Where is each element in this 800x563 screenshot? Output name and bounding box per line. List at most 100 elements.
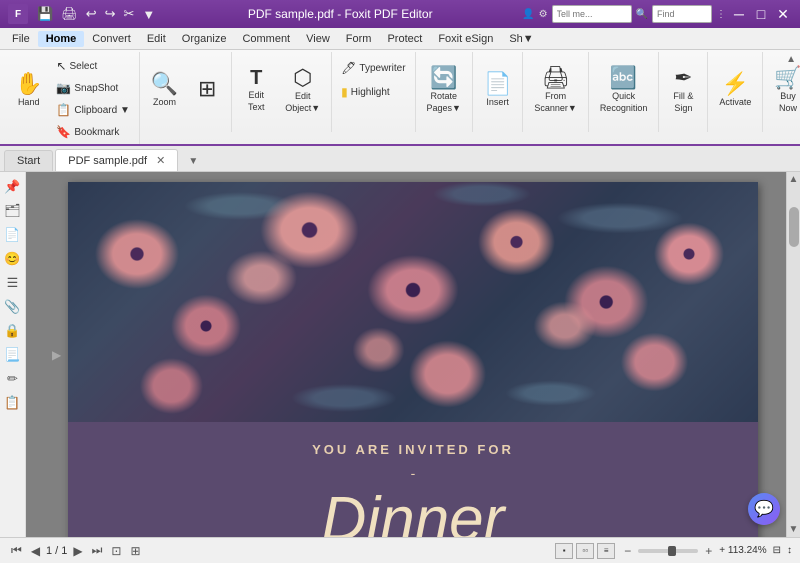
qat-save[interactable]: 💾	[34, 5, 56, 23]
zoom-button[interactable]: 🔍 Zoom	[144, 54, 185, 126]
first-page-button[interactable]: ⏮	[8, 542, 25, 559]
ribbon-collapse-button[interactable]: ▲	[782, 52, 800, 67]
rotate-view-button[interactable]: ↕	[787, 545, 792, 556]
menu-organize[interactable]: Organize	[174, 31, 235, 47]
menu-protect[interactable]: Protect	[379, 31, 430, 47]
user-icon[interactable]: 👤	[522, 9, 534, 20]
sign-content: ✒ Fill & Sign	[663, 54, 703, 126]
spread-view-button[interactable]: ≡	[597, 543, 615, 559]
zoom-extra-icon: ⊞	[198, 78, 216, 100]
menu-edit[interactable]: Edit	[139, 31, 174, 47]
maximize-button[interactable]: □	[752, 5, 770, 23]
more-icon[interactable]: ⋮	[716, 9, 726, 20]
zoom-out-button[interactable]: −	[621, 543, 634, 559]
rotate-pages-button[interactable]: 🔄 Rotate Pages▼	[420, 54, 468, 126]
rotate-pages-label2: Pages▼	[427, 103, 461, 113]
qat-redo[interactable]: ↪	[102, 5, 119, 23]
chat-assistant-button[interactable]: 💬	[748, 493, 780, 525]
menu-bar: File Home Convert Edit Organize Comment …	[0, 28, 800, 50]
edit-text-icon: T	[250, 68, 262, 88]
side-layers[interactable]: ☰	[2, 272, 24, 294]
settings-icon[interactable]: ⚙	[539, 9, 548, 20]
scroll-up-button[interactable]: ▲	[787, 172, 800, 187]
menu-comment[interactable]: Comment	[234, 31, 298, 47]
side-bookmarks[interactable]: 📌	[2, 176, 24, 198]
side-comments[interactable]: 😊	[2, 248, 24, 270]
side-security[interactable]: 🔒	[2, 320, 24, 342]
minimize-button[interactable]: ─	[730, 5, 748, 23]
fill-sign-icon: ✒	[674, 67, 692, 89]
zoom-bar: − + + 113.24%	[621, 543, 766, 559]
snapshot-icon: 📷	[56, 81, 71, 95]
fit-page-button[interactable]: ⊡	[108, 543, 124, 559]
zoom-extra-button[interactable]: ⊞	[187, 54, 227, 126]
side-signatures[interactable]: ✏	[2, 368, 24, 390]
tab-close-icon[interactable]: ✕	[156, 155, 165, 167]
insert-button[interactable]: 📄 Insert	[477, 54, 518, 126]
side-docinfo[interactable]: 📃	[2, 344, 24, 366]
chat-icon: 💬	[754, 499, 774, 519]
panel-expand-arrow[interactable]: ▶	[52, 348, 61, 362]
side-thumbnails[interactable]: 🗂	[2, 200, 24, 222]
edit-text-button[interactable]: T Edit Text	[236, 54, 276, 126]
side-clipboard[interactable]: 📋	[2, 392, 24, 414]
zoom-in-button[interactable]: +	[702, 543, 715, 559]
prev-page-button[interactable]: ◀	[28, 543, 43, 559]
typewriter-button[interactable]: 🖊 Typewriter	[336, 58, 410, 78]
clipboard-button[interactable]: 📋 Clipboard ▼	[51, 100, 134, 120]
fit-options-button[interactable]: ⊟	[773, 545, 781, 556]
menu-share[interactable]: Sh▼	[501, 31, 541, 47]
menu-form[interactable]: Form	[338, 31, 380, 47]
window-title: PDF sample.pdf - Foxit PDF Editor	[158, 7, 522, 21]
scrollbar-thumb[interactable]	[789, 207, 799, 247]
bookmark-button[interactable]: 🔖 Bookmark	[51, 122, 134, 142]
last-page-button[interactable]: ⏭	[89, 542, 106, 559]
current-page[interactable]: 1	[46, 545, 52, 557]
buy-icon: 🛒	[774, 67, 800, 89]
zoom-slider[interactable]	[638, 549, 698, 553]
view-buttons: ▪ ▫▫ ≡	[555, 543, 615, 559]
qat-print[interactable]: 🖨	[58, 5, 81, 23]
edit-object-label1: Edit	[295, 91, 311, 101]
menu-foxit-esign[interactable]: Foxit eSign	[430, 31, 501, 47]
fill-sign-button[interactable]: ✒ Fill & Sign	[663, 54, 703, 126]
activate-button[interactable]: ⚡ Activate	[712, 54, 758, 126]
next-page-button[interactable]: ▶	[70, 543, 85, 559]
select-button[interactable]: ↖ Select	[51, 56, 134, 76]
side-pages[interactable]: 📄	[2, 224, 24, 246]
highlight-button[interactable]: ▮ Highlight	[336, 82, 410, 102]
ribbon-group-insert: 📄 Insert	[473, 52, 523, 132]
main-row: 📌 🗂 📄 😊 ☰ 📎 🔒 📃 ✏ 📋 ▶ YOU ARE INVITED FO…	[0, 172, 800, 537]
scroll-down-button[interactable]: ▼	[787, 522, 800, 537]
find-input[interactable]	[652, 5, 712, 23]
search-icon[interactable]: 🔍	[636, 9, 648, 20]
select-stack: ↖ Select 📷 SnapShot 📋 Clipboard ▼ 🔖 Book…	[51, 54, 134, 142]
tab-start[interactable]: Start	[4, 150, 53, 171]
menu-convert[interactable]: Convert	[84, 31, 139, 47]
zoom-thumb[interactable]	[668, 546, 676, 556]
window-controls: 👤 ⚙ 🔍 ⋮ ─ □ ✕	[522, 5, 792, 23]
snapshot-button[interactable]: 📷 SnapShot	[51, 78, 134, 98]
fit-width-button[interactable]: ⊞	[127, 543, 143, 559]
quick-recognition-button[interactable]: 🔤 Quick Recognition	[593, 54, 655, 126]
menu-home[interactable]: Home	[38, 31, 85, 47]
hand-button[interactable]: ✋ Hand	[8, 54, 49, 126]
insert-content: 📄 Insert	[477, 54, 518, 126]
highlight-icon: ▮	[341, 85, 348, 99]
close-button[interactable]: ✕	[774, 5, 792, 23]
edit-object-button[interactable]: ⬡ Edit Object▼	[278, 54, 327, 126]
tell-me-input[interactable]	[552, 5, 632, 23]
status-right: ▪ ▫▫ ≡ − + + 113.24% ⊟ ↕	[555, 543, 792, 559]
qat-dropdown[interactable]: ▼	[139, 6, 158, 23]
side-attachments[interactable]: 📎	[2, 296, 24, 318]
single-view-button[interactable]: ▪	[555, 543, 573, 559]
menu-view[interactable]: View	[298, 31, 338, 47]
ribbon-group-recognition: 🔤 Quick Recognition	[589, 52, 660, 132]
tab-scroll-down[interactable]: ▼	[184, 152, 202, 171]
qat-undo[interactable]: ↩	[83, 5, 100, 23]
from-scanner-button[interactable]: 🖨 From Scanner▼	[527, 54, 583, 126]
double-view-button[interactable]: ▫▫	[576, 543, 594, 559]
tab-pdf[interactable]: PDF sample.pdf ✕	[55, 149, 178, 171]
qat-cut[interactable]: ✂	[121, 5, 138, 23]
menu-file[interactable]: File	[4, 31, 38, 47]
